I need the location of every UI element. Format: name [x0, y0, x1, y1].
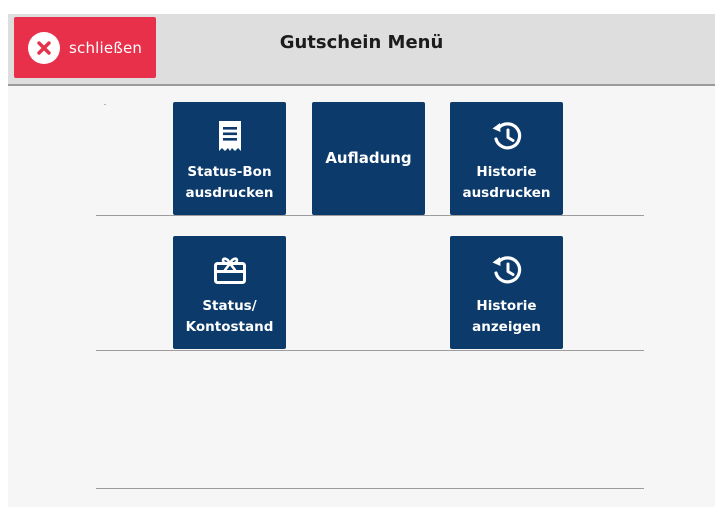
row-divider: [96, 350, 644, 351]
history-icon: [450, 118, 563, 154]
gift-card-icon: [173, 252, 286, 288]
history-icon: [450, 252, 563, 288]
tile-label-line2: Kontostand: [185, 319, 274, 335]
tile-label-line2: anzeigen: [472, 319, 541, 335]
tile-label: Historie anzeigen: [450, 296, 563, 338]
tile-label-line1: Status-Bon: [187, 164, 272, 180]
receipt-icon: [173, 118, 286, 154]
row-divider: [96, 215, 644, 216]
row-divider: [96, 488, 644, 489]
header-bar: Gutschein Menü schließen: [8, 14, 715, 86]
tile-label-line2: ausdrucken: [462, 185, 551, 201]
history-show-button[interactable]: Historie anzeigen: [450, 236, 563, 349]
tile-label: Status-Bon ausdrucken: [173, 162, 286, 204]
tile-label-line2: ausdrucken: [185, 185, 274, 201]
tile-label: Historie ausdrucken: [450, 162, 563, 204]
status-receipt-print-button[interactable]: Status-Bon ausdrucken: [173, 102, 286, 215]
top-up-button[interactable]: Aufladung: [312, 102, 425, 215]
tile-label: Status/ Kontostand: [173, 296, 286, 338]
tile-label: Aufladung: [325, 149, 412, 167]
tile-label-line1: Historie: [476, 164, 537, 180]
close-button-label: schließen: [69, 38, 143, 57]
tile-label-line1: Historie: [476, 298, 537, 314]
divider-mark: [104, 104, 106, 105]
history-print-button[interactable]: Historie ausdrucken: [450, 102, 563, 215]
voucher-menu-screen: Gutschein Menü schließen Status-Bon ausd…: [8, 14, 715, 507]
close-icon: [28, 31, 60, 64]
status-balance-button[interactable]: Status/ Kontostand: [173, 236, 286, 349]
tile-label-line1: Status/: [202, 298, 257, 314]
close-button[interactable]: schließen: [14, 17, 156, 78]
